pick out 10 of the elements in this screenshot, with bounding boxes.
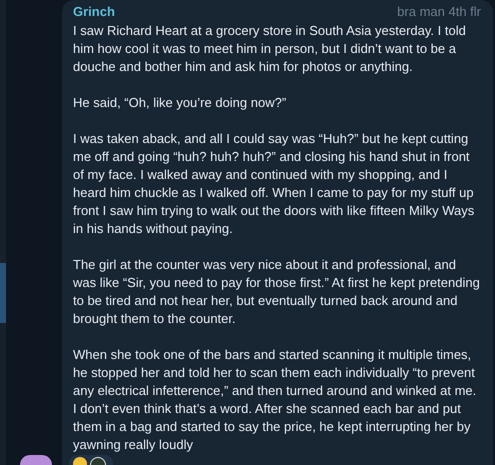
reaction-pill[interactable] (69, 455, 113, 465)
author-title: bra man 4th flr (397, 4, 481, 19)
avatar[interactable] (20, 455, 52, 465)
message-paragraph: I saw Richard Heart at a grocery store in South Asia yesterday. I told him how cool it was to meet him in person, but I didn’t want to be a douche and bother him and ask him for photos or anything. (73, 22, 467, 76)
message-paragraph: He said, “Oh, like you’re doing now?” (73, 94, 288, 112)
message-paragraph: I was taken aback, and all I could say was “Huh?” but he kept cutting me off and going “huh? huh? huh?” and closing his hand shut in front of my face. I walked away and continued with my shopping, and I heard him chuckle as I walked off. When I came to pay for my stuff up front I saw him trying to walk out the doors with like fifteen Milky Ways in his hands without paying. (73, 130, 476, 238)
author-name[interactable]: Grinch (73, 4, 115, 19)
message-paragraph: The girl at the counter was very nice about it and professional, and was like “Sir, you need to pay for those first.” At first he kept pretending to be tired and not hear her, but eventually turned back around and brought them to the counter. (73, 256, 481, 328)
message-paragraph: When she took one of the bars and started scanning it multiple times, he stopped her and told her to scan them each individually “to prevent any electrical infetterence,” and then turned around and winked at me. I don’t even think that’s a word. After she scanned each bar and put them in a bag and started to say the price, he kept interrupting her by yawning really loudly (73, 346, 478, 454)
selection-indicator (0, 263, 6, 323)
